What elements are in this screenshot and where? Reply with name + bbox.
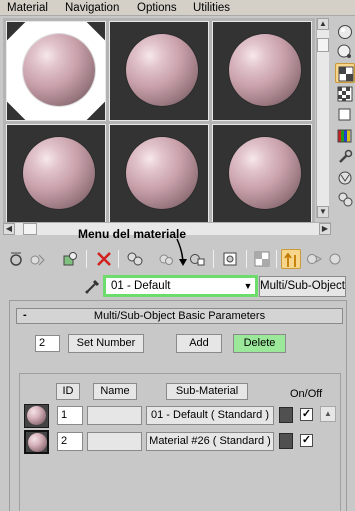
navigator-icon bbox=[329, 253, 341, 265]
sphere-icon bbox=[338, 25, 352, 39]
row-on-off-checkbox[interactable]: ✓ bbox=[300, 408, 313, 421]
material-sphere bbox=[229, 137, 301, 209]
row-on-off-checkbox[interactable]: ✓ bbox=[300, 434, 313, 447]
material-count-field[interactable]: 2 bbox=[35, 335, 60, 352]
video-color-check-button[interactable] bbox=[335, 105, 355, 125]
sample-type-button[interactable] bbox=[335, 22, 355, 42]
scroll-up-icon[interactable]: ▲ bbox=[317, 18, 329, 30]
material-swatch[interactable] bbox=[24, 404, 49, 428]
scroll-thumb[interactable] bbox=[317, 38, 329, 52]
scroll-left-icon[interactable]: ◀ bbox=[3, 223, 15, 235]
get-material-icon bbox=[10, 252, 22, 266]
material-sphere bbox=[126, 34, 198, 106]
add-button[interactable]: Add bbox=[176, 334, 222, 353]
sample-slot-1[interactable] bbox=[6, 21, 106, 121]
wrench-icon bbox=[339, 149, 353, 163]
select-by-material-icon bbox=[338, 171, 352, 185]
show-map-in-viewport-button[interactable] bbox=[220, 249, 240, 269]
sample-slot-6[interactable] bbox=[212, 124, 312, 224]
delete-button[interactable]: Delete bbox=[233, 334, 286, 353]
scroll-up-icon[interactable]: ▲ bbox=[320, 406, 336, 422]
column-header-on-off: On/Off bbox=[290, 388, 323, 400]
navigator-icon bbox=[338, 192, 353, 207]
delete-x-icon bbox=[97, 252, 111, 266]
material-sphere bbox=[229, 34, 301, 106]
menubar: Material Navigation Options Utilities bbox=[0, 0, 355, 16]
sample-slots-area bbox=[3, 18, 315, 233]
pick-material-eyedropper-icon[interactable] bbox=[84, 277, 102, 295]
material-sphere bbox=[23, 137, 95, 209]
row-sub-material-button[interactable]: Material #26 ( Standard ) bbox=[146, 432, 274, 451]
go-to-parent-icon bbox=[284, 252, 296, 267]
material-effects-channel-button[interactable] bbox=[187, 249, 207, 269]
column-header-name[interactable]: Name bbox=[93, 383, 137, 400]
put-to-scene-icon bbox=[30, 254, 45, 266]
checker-grid-icon bbox=[254, 251, 270, 267]
menu-navigation[interactable]: Navigation bbox=[65, 1, 119, 15]
sub-material-row: 2 Material #26 ( Standard ) ✓ bbox=[24, 430, 334, 454]
make-unique-button[interactable] bbox=[125, 249, 145, 269]
select-by-material-button[interactable] bbox=[335, 168, 355, 188]
sample-slot-3[interactable] bbox=[212, 21, 312, 121]
row-sub-material-button[interactable]: 01 - Default ( Standard ) bbox=[146, 406, 274, 425]
rollout-title: Multi/Sub-Object Basic Parameters bbox=[93, 310, 266, 322]
chevron-down-icon[interactable]: ▼ bbox=[241, 278, 255, 294]
annotation-label: Menu del materiale bbox=[78, 227, 187, 241]
material-swatch[interactable] bbox=[24, 430, 49, 454]
row-name-field[interactable] bbox=[87, 432, 142, 451]
show-end-result-button[interactable] bbox=[252, 249, 272, 269]
make-preview-button[interactable] bbox=[335, 126, 355, 146]
row-id-field[interactable]: 2 bbox=[57, 432, 83, 451]
checker-background-icon bbox=[338, 66, 354, 82]
material-sphere bbox=[126, 137, 198, 209]
checker-icon bbox=[337, 86, 353, 102]
menu-utilities[interactable]: Utilities bbox=[193, 1, 230, 15]
get-material-button[interactable] bbox=[6, 249, 26, 269]
material-sphere bbox=[23, 34, 95, 106]
options-button[interactable] bbox=[335, 147, 355, 167]
sub-material-row: 1 01 - Default ( Standard ) ✓ bbox=[24, 404, 334, 428]
slots-vertical-scrollbar[interactable]: ▲ ▼ bbox=[316, 18, 329, 218]
backlight-icon bbox=[337, 44, 351, 58]
row-id-field[interactable]: 1 bbox=[57, 406, 83, 425]
scroll-down-icon[interactable]: ▼ bbox=[317, 206, 329, 218]
sibling-icon bbox=[307, 254, 322, 264]
sample-slot-4[interactable] bbox=[6, 124, 106, 224]
show-map-icon bbox=[223, 252, 237, 266]
menu-material[interactable]: Material bbox=[7, 1, 48, 15]
column-header-sub-material[interactable]: Sub-Material bbox=[166, 383, 248, 400]
put-to-scene-button[interactable] bbox=[27, 249, 47, 269]
put-to-library-button[interactable] bbox=[156, 249, 176, 269]
material-name-dropdown[interactable]: 01 - Default ▼ bbox=[103, 275, 258, 297]
reset-map-button[interactable] bbox=[94, 249, 114, 269]
assign-material-icon bbox=[63, 252, 77, 266]
sample-slot-5[interactable] bbox=[109, 124, 209, 224]
scroll-right-icon[interactable]: ▶ bbox=[319, 223, 331, 235]
rollout-header[interactable]: - Multi/Sub-Object Basic Parameters bbox=[16, 308, 343, 324]
row-color-swatch[interactable] bbox=[279, 407, 293, 423]
sample-uv-tiling-button[interactable] bbox=[335, 84, 355, 104]
assign-to-selection-button[interactable] bbox=[60, 249, 80, 269]
material-map-navigator-button[interactable] bbox=[335, 189, 355, 209]
row-name-field[interactable] bbox=[87, 406, 142, 425]
row-color-swatch[interactable] bbox=[279, 433, 293, 449]
go-to-parent-button[interactable] bbox=[281, 249, 301, 269]
square-icon bbox=[338, 108, 351, 121]
material-navigator-button[interactable] bbox=[326, 249, 346, 269]
make-unique-icon bbox=[127, 252, 143, 266]
menu-options[interactable]: Options bbox=[137, 1, 177, 15]
sample-slot-2[interactable] bbox=[109, 21, 209, 121]
material-type-button[interactable]: Multi/Sub-Object bbox=[259, 276, 346, 297]
set-number-button[interactable]: Set Number bbox=[68, 334, 144, 353]
column-header-id[interactable]: ID bbox=[56, 383, 80, 400]
go-forward-to-sibling-button[interactable] bbox=[304, 249, 324, 269]
background-button[interactable] bbox=[335, 63, 355, 83]
effects-channel-icon bbox=[190, 254, 205, 266]
color-bars-icon bbox=[337, 129, 352, 143]
material-name-value: 01 - Default bbox=[111, 280, 171, 292]
backlight-button[interactable] bbox=[335, 42, 355, 62]
put-to-library-icon bbox=[159, 254, 173, 265]
collapse-icon: - bbox=[23, 309, 27, 321]
scroll-thumb[interactable] bbox=[23, 223, 37, 235]
